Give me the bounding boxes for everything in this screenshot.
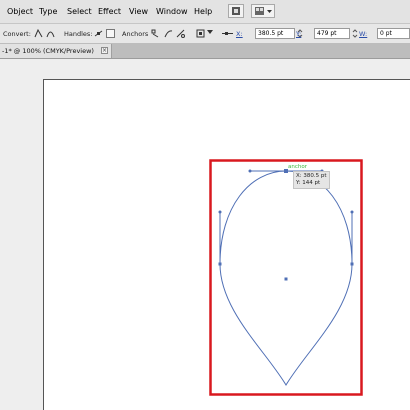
x-coordinate-label[interactable]: X: — [236, 30, 243, 38]
hide-handles-icon[interactable] — [106, 29, 115, 38]
tooltip-y-value: Y: 144 pt — [296, 180, 321, 186]
anchor-smart-guide-label: anchor — [288, 164, 307, 170]
menu-bar: Object Type Select Effect View Window He… — [0, 0, 410, 24]
menu-type[interactable]: Type — [39, 7, 57, 16]
convert-corner-icon[interactable] — [34, 28, 43, 38]
anchors-label: Anchors — [122, 30, 149, 38]
document-tab-bar: -1* @ 100% (CMYK/Preview) × — [0, 44, 410, 59]
align-icon[interactable] — [196, 29, 205, 38]
arrange-documents-button[interactable] — [251, 4, 275, 18]
menu-effect[interactable]: Effect — [98, 7, 121, 16]
menu-help[interactable]: Help — [194, 7, 212, 16]
arrange-documents-icon — [255, 7, 272, 15]
cut-path-icon[interactable] — [176, 29, 185, 38]
document-tab[interactable]: -1* @ 100% (CMYK/Preview) × — [0, 44, 112, 58]
handles-label: Handles: — [64, 30, 93, 38]
menu-view[interactable]: View — [129, 7, 148, 16]
tooltip-x-value: X: 380.5 pt — [296, 173, 327, 179]
y-coordinate-label[interactable]: Y: — [296, 30, 301, 38]
menu-select[interactable]: Select — [67, 7, 92, 16]
width-field[interactable]: 0 pt — [377, 28, 410, 39]
align-chevron-down-icon[interactable] — [207, 29, 213, 37]
remove-anchor-icon[interactable] — [151, 29, 160, 38]
convert-smooth-icon[interactable] — [46, 29, 55, 38]
bridge-icon — [232, 7, 240, 15]
reference-point-icon[interactable] — [221, 29, 234, 38]
control-bar: Convert: Handles: Anchors X: 380.5 pt Y:… — [0, 24, 410, 44]
y-stepper-icon[interactable] — [352, 29, 358, 38]
convert-label: Convert: — [3, 30, 31, 38]
chevron-down-icon — [267, 10, 272, 13]
connect-endpoints-icon[interactable] — [164, 29, 173, 38]
artboard[interactable] — [43, 79, 410, 410]
show-handles-icon[interactable] — [94, 29, 103, 38]
x-coordinate-field[interactable]: 380.5 pt — [255, 28, 295, 39]
canvas-workspace[interactable] — [0, 59, 410, 410]
menu-window[interactable]: Window — [156, 7, 188, 16]
coordinate-tooltip: X: 380.5 pt Y: 144 pt — [293, 171, 330, 189]
close-icon[interactable]: × — [101, 47, 108, 54]
width-label[interactable]: W: — [359, 30, 367, 38]
document-tab-title: -1* @ 100% (CMYK/Preview) — [2, 47, 94, 55]
menu-object[interactable]: Object — [7, 7, 33, 16]
y-coordinate-field[interactable]: 479 pt — [314, 28, 350, 39]
go-to-bridge-button[interactable] — [228, 4, 244, 18]
